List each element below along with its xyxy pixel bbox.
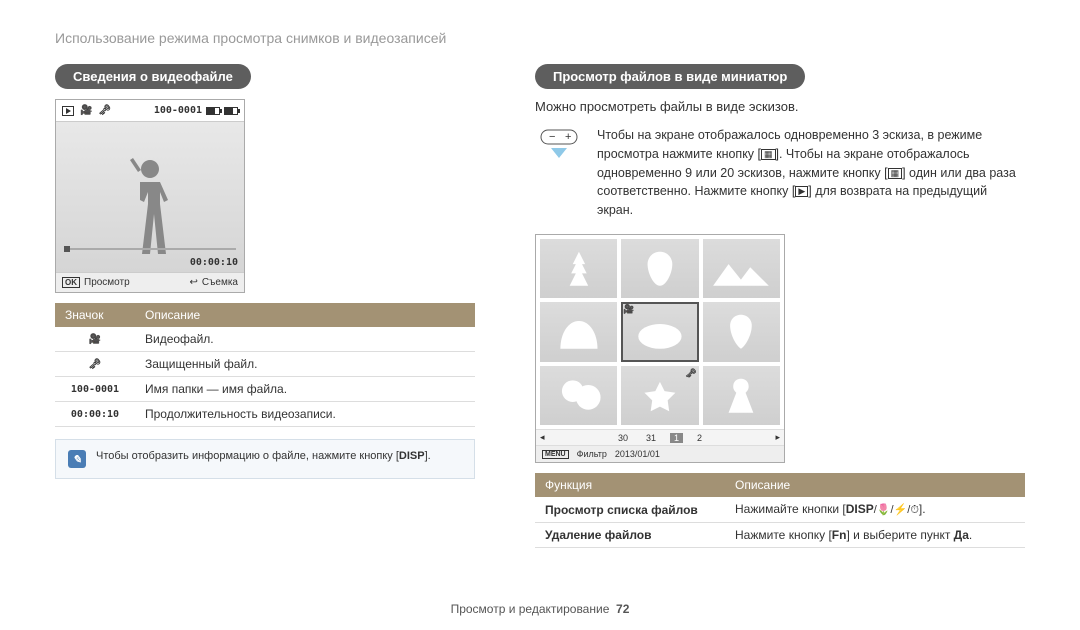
thumb-cell bbox=[540, 239, 617, 298]
th-function: Функция bbox=[535, 473, 725, 497]
thumb-cell-selected: 🎥 bbox=[621, 302, 698, 361]
th-desc: Описание bbox=[135, 303, 475, 327]
icon-cell: 🗝 bbox=[55, 352, 135, 377]
table-row: 100-0001 Имя папки — имя файла. bbox=[55, 377, 475, 402]
thumbnail-filter-row: MENU Фильтр 2013/01/01 bbox=[536, 445, 784, 462]
desc-cell: Нажмите кнопку [Fn] и выберите пункт Да. bbox=[725, 523, 1025, 548]
back-icon: ↩ bbox=[190, 277, 198, 288]
desc-cell: Продолжительность видеозаписи. bbox=[135, 402, 475, 427]
thumb-cell bbox=[703, 366, 780, 425]
icon-cell: 00:00:10 bbox=[55, 402, 135, 427]
thumb-cell bbox=[540, 366, 617, 425]
thumb-cell bbox=[540, 302, 617, 361]
func-cell: Просмотр списка файлов bbox=[535, 497, 725, 523]
table-row: Удаление файлов Нажмите кнопку [Fn] и вы… bbox=[535, 523, 1025, 548]
protect-badge-icon: 🗝 bbox=[685, 368, 696, 379]
desc-cell: Имя папки — имя файла. bbox=[135, 377, 475, 402]
zoom-lever-icon: − + bbox=[535, 126, 583, 172]
table-row: 🗝 Защищенный файл. bbox=[55, 352, 475, 377]
icon-cell: 100-0001 bbox=[55, 377, 135, 402]
day-label: 31 bbox=[642, 433, 660, 443]
desc-cell: Видеофайл. bbox=[135, 327, 475, 352]
video-silhouette bbox=[120, 152, 180, 272]
video-badge-icon: 🎥 bbox=[623, 304, 634, 315]
func-cell: Удаление файлов bbox=[535, 523, 725, 548]
svg-text:+: + bbox=[565, 131, 571, 143]
battery-icon-2 bbox=[224, 107, 238, 115]
timer-label: 00:00:10 bbox=[190, 257, 238, 268]
intro-text: Можно просмотреть файлы в виде эскизов. bbox=[535, 99, 1025, 114]
table-row: 🎥 Видеофайл. bbox=[55, 327, 475, 352]
svg-text:−: − bbox=[549, 131, 555, 143]
icon-cell: 🎥 bbox=[55, 327, 135, 352]
tip-text: Чтобы отобразить информацию о файле, наж… bbox=[96, 450, 431, 462]
zoom-instruction: − + Чтобы на экране отображалось одновре… bbox=[535, 126, 1025, 220]
icon-description-table: Значок Описание 🎥 Видеофайл. 🗝 Защищенны… bbox=[55, 303, 475, 427]
day-label-current: 1 bbox=[670, 433, 683, 443]
section-header-video-info: Сведения о видеофайле bbox=[55, 64, 251, 89]
th-icon: Значок bbox=[55, 303, 135, 327]
section-header-thumbnails: Просмотр файлов в виде миниатюр bbox=[535, 64, 805, 89]
battery-icon bbox=[206, 107, 220, 115]
shoot-label: Съемка bbox=[202, 277, 238, 288]
thumb-cell: 🗝 bbox=[621, 366, 698, 425]
date-label: 2013/01/01 bbox=[615, 449, 660, 459]
right-column: Просмотр файлов в виде миниатюр Можно пр… bbox=[535, 64, 1025, 548]
tip-icon: ✎ bbox=[68, 450, 86, 468]
view-label: Просмотр bbox=[84, 277, 130, 288]
nav-next-icon: ▸ bbox=[775, 432, 780, 443]
thumbnail-date-nav: ◂ 30 31 1 2 ▸ bbox=[536, 429, 784, 445]
video-icon: 🎥 bbox=[80, 105, 92, 116]
protect-icon: 🗝 bbox=[98, 105, 111, 116]
lcd-bottombar: OK Просмотр ↩ Съемка bbox=[56, 272, 244, 292]
ok-icon: OK bbox=[62, 277, 80, 288]
playback-mode-icon bbox=[62, 106, 74, 116]
lcd-preview: 🎥 🗝 100-0001 00:00:10 bbox=[55, 99, 245, 293]
left-column: Сведения о видеофайле 🎥 🗝 100-0001 bbox=[55, 64, 475, 548]
progress-bar bbox=[64, 248, 236, 250]
day-label: 30 bbox=[614, 433, 632, 443]
lcd-main: 00:00:10 bbox=[56, 122, 244, 272]
folder-file-label: 100-0001 bbox=[154, 105, 202, 116]
menu-icon: MENU bbox=[542, 450, 569, 459]
thumb-cell bbox=[703, 302, 780, 361]
zoom-in-icon: ▶ bbox=[795, 186, 808, 197]
thumbnail-icon: ▦ bbox=[761, 149, 776, 160]
tip-box: ✎ Чтобы отобразить информацию о файле, н… bbox=[55, 439, 475, 479]
filter-label: Фильтр bbox=[577, 449, 607, 459]
thumbnail-icon: ▦ bbox=[888, 168, 903, 179]
breadcrumb: Использование режима просмотра снимков и… bbox=[55, 30, 1025, 46]
th-desc: Описание bbox=[725, 473, 1025, 497]
table-row: Просмотр списка файлов Нажимайте кнопки … bbox=[535, 497, 1025, 523]
instruction-text: Чтобы на экране отображалось одновременн… bbox=[597, 126, 1025, 220]
table-row: 00:00:10 Продолжительность видеозаписи. bbox=[55, 402, 475, 427]
lcd-topbar: 🎥 🗝 100-0001 bbox=[56, 100, 244, 122]
thumb-cell bbox=[703, 239, 780, 298]
desc-cell: Нажимайте кнопки [DISP/🌷/⚡/⏱]. bbox=[725, 497, 1025, 523]
function-table: Функция Описание Просмотр списка файлов … bbox=[535, 473, 1025, 548]
thumb-cell bbox=[621, 239, 698, 298]
nav-prev-icon: ◂ bbox=[540, 432, 545, 443]
thumbnail-preview: 🎥 🗝 ◂ 30 31 1 2 ▸ bbox=[535, 234, 785, 463]
desc-cell: Защищенный файл. bbox=[135, 352, 475, 377]
page-footer: Просмотр и редактирование 72 bbox=[0, 602, 1080, 616]
day-label: 2 bbox=[693, 433, 706, 443]
